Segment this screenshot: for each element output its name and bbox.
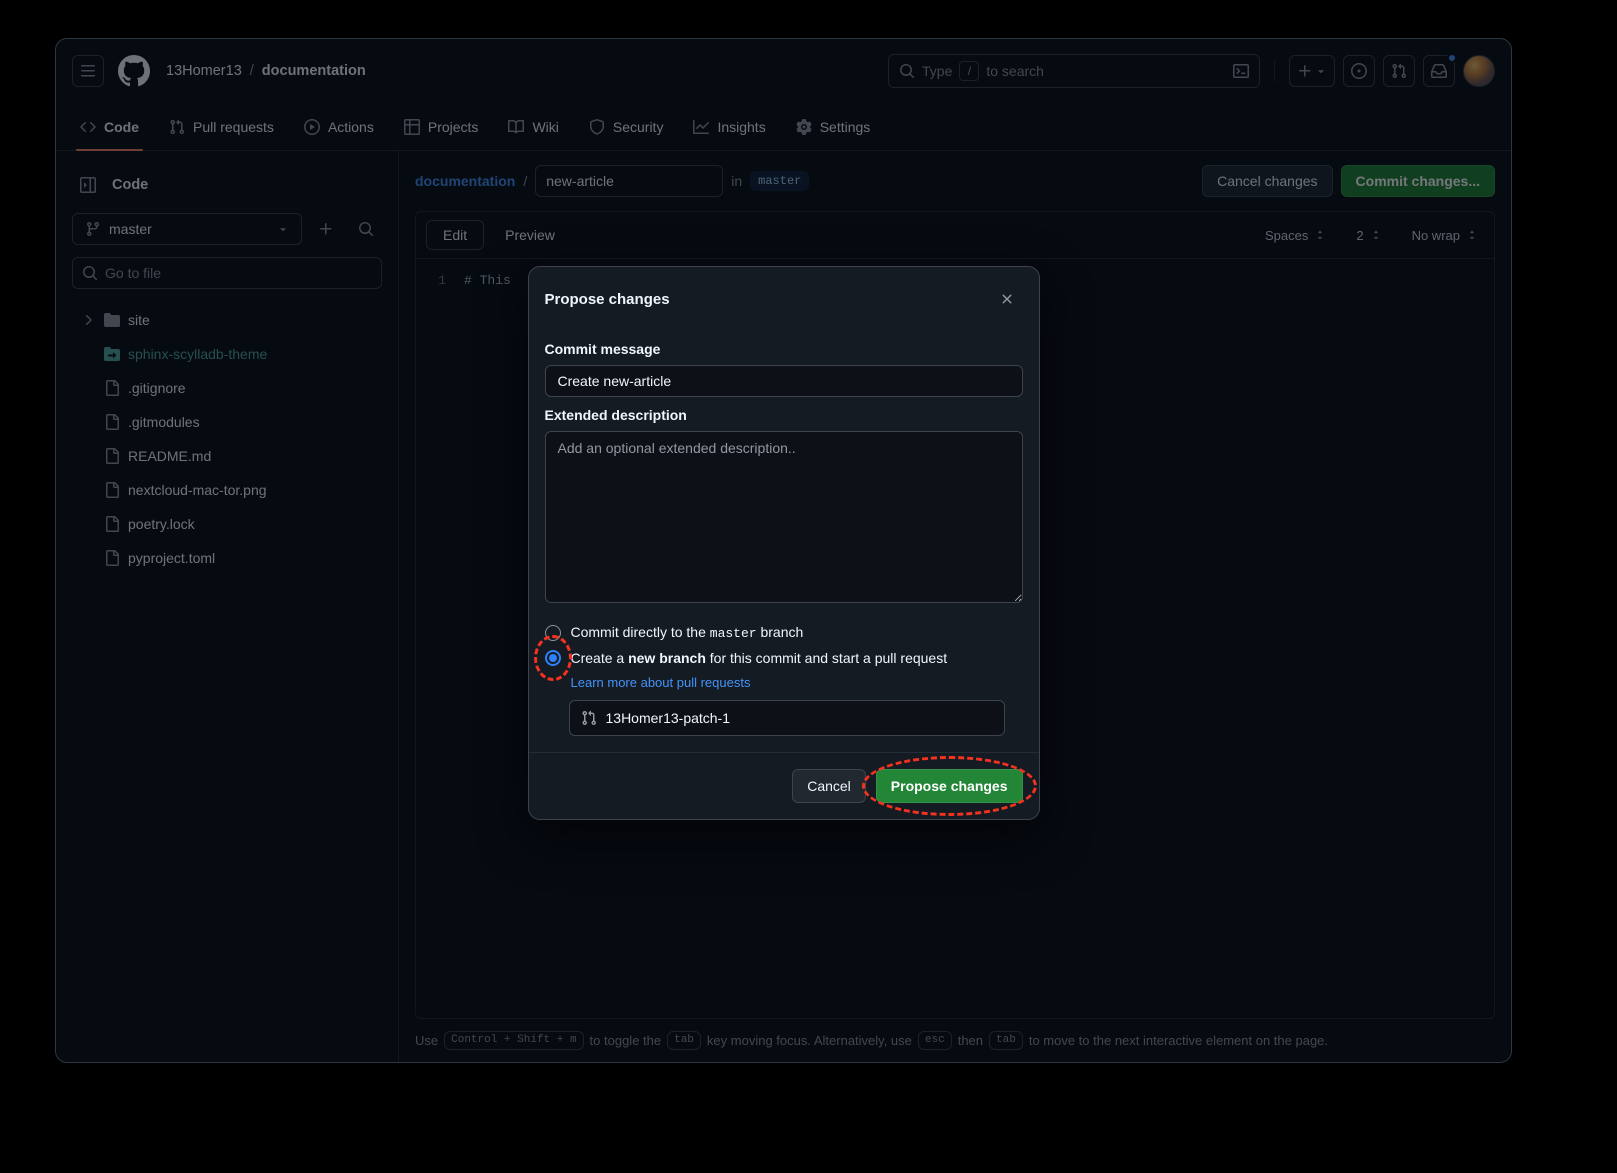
extended-description-textarea[interactable] xyxy=(545,431,1023,603)
github-window: 13Homer13 / documentation Type / to sear… xyxy=(55,38,1512,1063)
commit-options: Commit directly to the master branch Cre… xyxy=(545,624,1023,736)
radio-create-branch[interactable] xyxy=(545,650,561,666)
propose-changes-dialog: Propose changes Commit message Extended … xyxy=(528,266,1040,820)
commit-direct-option[interactable]: Commit directly to the master branch xyxy=(545,624,1023,641)
extended-description-label: Extended description xyxy=(545,407,1023,423)
cancel-button[interactable]: Cancel xyxy=(792,769,866,803)
radio-commit-direct[interactable] xyxy=(545,625,561,641)
commit-message-label: Commit message xyxy=(545,341,1023,357)
create-branch-label: Create a new branch for this commit and … xyxy=(571,650,948,666)
dialog-header: Propose changes xyxy=(529,267,1039,325)
learn-more-link[interactable]: Learn more about pull requests xyxy=(571,675,1023,690)
new-branch-name-input[interactable] xyxy=(569,700,1005,736)
close-dialog-button[interactable] xyxy=(991,283,1023,315)
new-branch-field xyxy=(569,700,1005,736)
commit-direct-label: Commit directly to the master branch xyxy=(571,624,804,641)
screen: 13Homer13 / documentation Type / to sear… xyxy=(0,0,1617,1173)
commit-message-input[interactable] xyxy=(545,365,1023,397)
create-branch-option[interactable]: Create a new branch for this commit and … xyxy=(545,650,1023,666)
dialog-title: Propose changes xyxy=(545,291,670,308)
propose-changes-button[interactable]: Propose changes xyxy=(876,769,1023,803)
dialog-body: Commit message Extended description Comm… xyxy=(529,325,1039,736)
dialog-footer: Cancel Propose changes xyxy=(529,752,1039,819)
git-pull-request-icon xyxy=(581,710,597,726)
close-icon xyxy=(999,291,1015,307)
